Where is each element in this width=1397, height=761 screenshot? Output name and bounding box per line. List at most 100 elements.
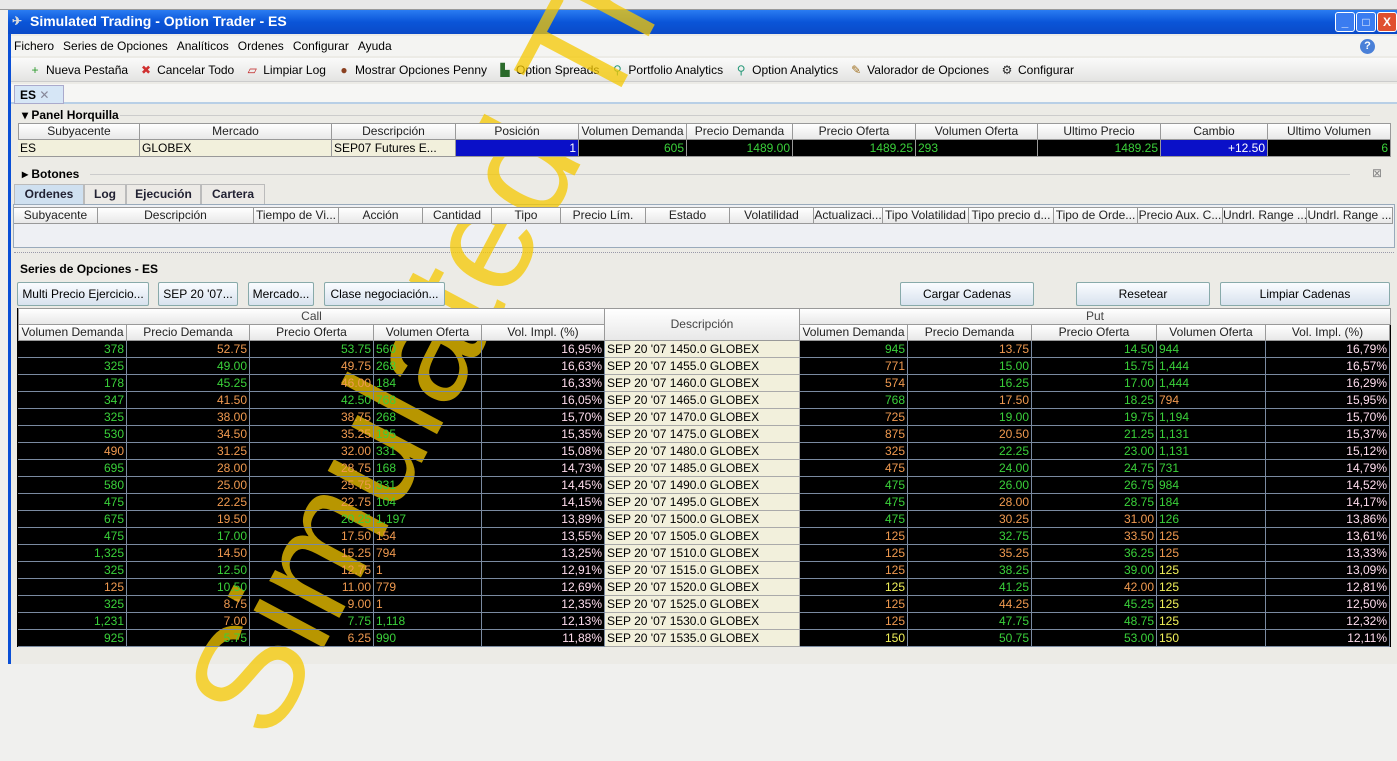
call-cell[interactable]: 16,05% xyxy=(482,392,605,409)
tab-ordenes[interactable]: Ordenes xyxy=(14,184,84,204)
call-cell[interactable]: 17.00 xyxy=(127,528,250,545)
put-cell[interactable]: 13,33% xyxy=(1266,545,1390,562)
call-cell[interactable]: 49.00 xyxy=(127,358,250,375)
description-header[interactable]: Descripción xyxy=(605,308,800,341)
put-column-header[interactable]: Vol. Impl. (%) xyxy=(1266,324,1390,341)
put-cell[interactable]: 17.50 xyxy=(908,392,1032,409)
call-cell[interactable]: 1,325 xyxy=(18,545,127,562)
put-cell[interactable]: 15.00 xyxy=(908,358,1032,375)
call-cell[interactable]: 195 xyxy=(374,426,482,443)
put-cell[interactable]: 20.50 xyxy=(908,426,1032,443)
put-cell[interactable]: 125 xyxy=(1157,613,1266,630)
call-cell[interactable]: 675 xyxy=(18,511,127,528)
put-cell[interactable]: 725 xyxy=(800,409,908,426)
put-cell[interactable]: 768 xyxy=(800,392,908,409)
column-header[interactable]: Volumen Oferta xyxy=(916,123,1038,140)
strike-description[interactable]: SEP 20 '07 1470.0 GLOBEX xyxy=(605,409,800,426)
put-cell[interactable]: 794 xyxy=(1157,392,1266,409)
put-cell[interactable]: 42.00 xyxy=(1032,579,1157,596)
put-cell[interactable]: 325 xyxy=(800,443,908,460)
orders-column-header[interactable]: Subyacente xyxy=(14,207,98,224)
series-button-2[interactable]: Mercado... xyxy=(248,282,314,306)
strike-description[interactable]: SEP 20 '07 1505.0 GLOBEX xyxy=(605,528,800,545)
call-cell[interactable]: 34.50 xyxy=(127,426,250,443)
call-cell[interactable]: 14,73% xyxy=(482,460,605,477)
put-cell[interactable]: 125 xyxy=(1157,528,1266,545)
column-header[interactable]: Ultimo Precio xyxy=(1038,123,1161,140)
strike-description[interactable]: SEP 20 '07 1530.0 GLOBEX xyxy=(605,613,800,630)
put-cell[interactable]: 47.75 xyxy=(908,613,1032,630)
strike-description[interactable]: SEP 20 '07 1510.0 GLOBEX xyxy=(605,545,800,562)
orders-column-header[interactable]: Tipo de Orde... xyxy=(1054,207,1138,224)
column-header[interactable]: Cambio xyxy=(1161,123,1268,140)
put-cell[interactable]: 125 xyxy=(800,579,908,596)
put-cell[interactable]: 12,32% xyxy=(1266,613,1390,630)
column-header[interactable]: Descripción xyxy=(332,123,456,140)
put-cell[interactable]: 1,131 xyxy=(1157,426,1266,443)
call-cell[interactable]: 13,55% xyxy=(482,528,605,545)
put-cell[interactable]: 41.25 xyxy=(908,579,1032,596)
menu-fichero[interactable]: Fichero xyxy=(14,39,54,53)
put-cell[interactable]: 125 xyxy=(1157,545,1266,562)
call-cell[interactable]: 28.00 xyxy=(127,460,250,477)
toolbar-button-mostrar-opciones-penny[interactable]: ● Mostrar Opciones Penny xyxy=(336,62,487,78)
put-cell[interactable]: 48.75 xyxy=(1032,613,1157,630)
series-button-3[interactable]: Clase negociación... xyxy=(324,282,445,306)
orders-column-header[interactable]: Estado xyxy=(646,207,730,224)
put-cell[interactable]: 1,194 xyxy=(1157,409,1266,426)
menu-configurar[interactable]: Configurar xyxy=(293,39,349,53)
call-cell[interactable]: 12,91% xyxy=(482,562,605,579)
call-cell[interactable]: 7.00 xyxy=(127,613,250,630)
put-cell[interactable]: 126 xyxy=(1157,511,1266,528)
call-cell[interactable]: 331 xyxy=(374,477,482,494)
toolbar-button-valorador-de-opciones[interactable]: ✎ Valorador de Opciones xyxy=(848,62,989,78)
minimize-button[interactable]: _ xyxy=(1335,12,1355,32)
call-cell[interactable]: 1,197 xyxy=(374,511,482,528)
put-cell[interactable]: 28.75 xyxy=(1032,494,1157,511)
call-cell[interactable]: 560 xyxy=(374,341,482,358)
put-cell[interactable]: 150 xyxy=(800,630,908,647)
call-cell[interactable]: 779 xyxy=(374,579,482,596)
put-column-header[interactable]: Precio Demanda xyxy=(908,324,1032,341)
botones-header[interactable]: ▸ Botones xyxy=(22,167,79,181)
close-button[interactable]: X xyxy=(1377,12,1397,32)
call-cell[interactable]: 32.00 xyxy=(250,443,374,460)
column-header[interactable]: Ultimo Volumen xyxy=(1268,123,1391,140)
column-header[interactable]: Mercado xyxy=(140,123,332,140)
close-tab-icon[interactable]: ✕ xyxy=(39,88,49,102)
call-cell[interactable]: 6.25 xyxy=(250,630,374,647)
call-cell[interactable]: 268 xyxy=(374,409,482,426)
put-cell[interactable]: 125 xyxy=(800,545,908,562)
strike-description[interactable]: SEP 20 '07 1450.0 GLOBEX xyxy=(605,341,800,358)
put-cell[interactable]: 125 xyxy=(1157,579,1266,596)
cargar-cadenas-button[interactable]: Cargar Cadenas xyxy=(900,282,1034,306)
column-header[interactable]: Subyacente xyxy=(18,123,140,140)
put-cell[interactable]: 12,81% xyxy=(1266,579,1390,596)
call-cell[interactable]: 580 xyxy=(18,477,127,494)
call-column-header[interactable]: Volumen Demanda xyxy=(18,324,127,341)
orders-column-header[interactable]: Tiempo de Vi... xyxy=(254,207,339,224)
put-cell[interactable]: 475 xyxy=(800,460,908,477)
call-cell[interactable]: 325 xyxy=(18,596,127,613)
call-cell[interactable]: 22.25 xyxy=(127,494,250,511)
put-cell[interactable]: 36.25 xyxy=(1032,545,1157,562)
column-header[interactable]: Precio Demanda xyxy=(687,123,793,140)
call-cell[interactable]: 41.50 xyxy=(127,392,250,409)
call-cell[interactable]: 52.75 xyxy=(127,341,250,358)
strike-description[interactable]: SEP 20 '07 1535.0 GLOBEX xyxy=(605,630,800,647)
orders-column-header[interactable]: Tipo xyxy=(492,207,561,224)
orders-column-header[interactable]: Descripción xyxy=(98,207,254,224)
call-cell[interactable]: 5.75 xyxy=(127,630,250,647)
put-cell[interactable]: 1,131 xyxy=(1157,443,1266,460)
call-cell[interactable]: 53.75 xyxy=(250,341,374,358)
call-cell[interactable]: 15,70% xyxy=(482,409,605,426)
call-cell[interactable]: 154 xyxy=(374,528,482,545)
call-cell[interactable]: 15.25 xyxy=(250,545,374,562)
call-cell[interactable]: 125 xyxy=(18,579,127,596)
put-cell[interactable]: 125 xyxy=(800,528,908,545)
put-cell[interactable]: 14,79% xyxy=(1266,460,1390,477)
call-cell[interactable]: 1 xyxy=(374,596,482,613)
put-cell[interactable]: 21.25 xyxy=(1032,426,1157,443)
put-cell[interactable]: 17.00 xyxy=(1032,375,1157,392)
put-cell[interactable]: 38.25 xyxy=(908,562,1032,579)
